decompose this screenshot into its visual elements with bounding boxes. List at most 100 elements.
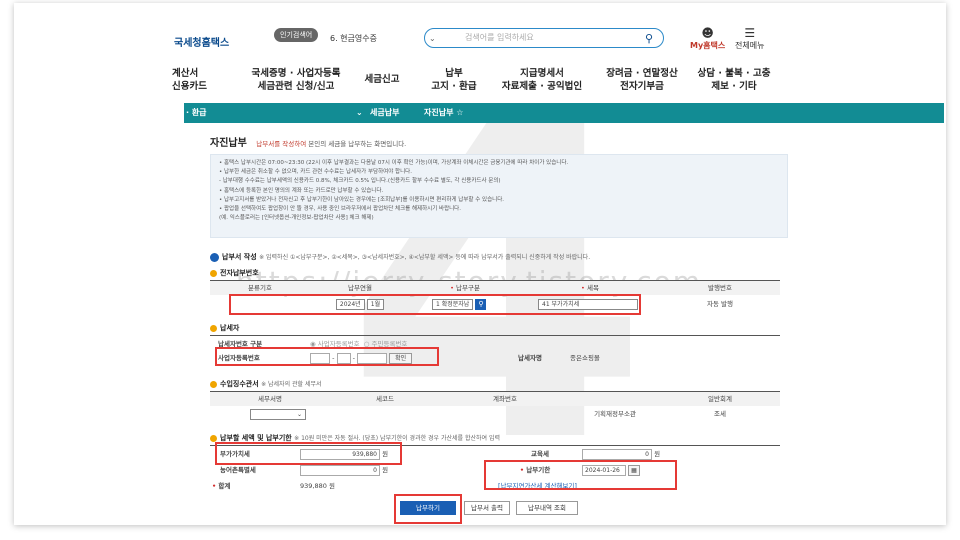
sub-nav-bar: · 환급 ⌄ 세금납부 자진납부 ☆ [184,103,944,123]
office-select[interactable]: ⌄ [250,408,306,420]
page-title-desc-rest: 본인의 세금을 납부하는 화면입니다. [308,140,407,148]
col-pay-type: • 납부구분 [450,284,480,292]
office-select-wrap: ⌄ [250,407,310,421]
account-value: 조세 [714,410,726,418]
col-tax-item-text: 세목 [586,284,599,292]
gnb-item-line2: 제보 · 기타 [711,81,757,92]
revenue-office-title: 수입징수관서 ※ 납세자의 관할 세무서 [210,379,322,389]
col-general-account: 일반회계 [708,395,732,403]
gnb-item-line1: 상담 · 불복 · 고충 [697,68,771,79]
divider [210,335,780,336]
section-dot-icon [210,324,217,332]
e-payment-title-text: 전자납부번호 [220,269,259,277]
page-card: 4 https://jerry-story.tistory.com 국세청홈택스… [14,3,946,525]
page-title-text: 자진납부 [210,138,247,149]
won-unit: 원 [654,450,661,458]
issue-no-value: 자동 발행 [707,300,733,308]
nav-self-payment[interactable]: 자진납부 ☆ [424,103,463,123]
gnb-item-line1: 계산서 [172,68,199,79]
taxpayer-title-text: 납세자 [220,324,240,332]
col-pay-month: 납부연월 [348,284,372,292]
gnb-item-certificate[interactable]: 국세증명 · 사업자등록 세금관련 신청/신고 [240,67,352,93]
account-label-value: 기획재정부소관 [594,410,636,418]
notice-line: (예. 익스플로러는 [인터넷옵션-개인정보-팝업차단 사용] 체크 해제) [219,215,374,222]
popular-search-select[interactable]: 6. 현금영수증 ⌄ [330,33,436,44]
gnb-item-submission[interactable]: 지급명세서자료제출 · 공익법인 [492,67,592,93]
notice-line: • 납부한 세금은 취소할 수 없으며, 카드 관련 수수료는 납세자가 부담하… [219,169,412,176]
pay-history-button[interactable]: 납부내역 조회 [516,501,578,515]
gnb-item-line1: 세금신고 [364,74,400,85]
gnb-item-line2: 전자기부금 [620,81,664,92]
section-dot-icon [210,380,217,388]
highlight-box-brn [215,347,439,366]
popular-search-pill[interactable]: 인기검색어 [274,28,319,42]
taxpayer-title: 납세자 [210,323,239,333]
section-bullet-icon [210,252,219,262]
notice-line: - 납부대행 수수료는 납부세액의 신용카드 0.8%, 체크카드 0.5% 입… [219,178,501,185]
won-unit: 원 [328,482,335,490]
gnb-item-line2: 세금관련 신청/신고 [257,81,335,92]
total-value: 939,880 [300,482,327,490]
mytax-button[interactable]: ☻ My홈택스 [690,26,725,51]
search-placeholder: 검색어를 입력하세요 [465,33,534,42]
gnb-item-line1: 납부 [445,68,463,79]
highlight-box-payment-type [229,294,641,315]
gnb-item-line2: 자료제출 · 공익법인 [501,81,583,92]
taxpayer-name-label: 납세자명 [518,354,542,362]
notice-line: • 홈택스에 등록한 본인 명의의 계좌 또는 카드로만 납부할 수 있습니다. [219,187,384,194]
col-pay-type-text: 납부구분 [456,284,480,292]
notice-box: • 홈택스 납부시간은 07:00~23:30 (22시 이후 납부결과는 다음… [210,154,788,238]
nav-refund[interactable]: · 환급 [186,103,207,123]
hamburger-icon: ☰ [744,26,756,40]
rural-tax-input[interactable]: 0 [300,464,380,476]
total-label-text: 합계 [218,482,231,490]
print-slip-button[interactable]: 납부서 출력 [464,501,510,515]
won-unit: 원 [382,466,389,474]
highlight-box-pay-button [394,494,462,524]
rural-tax-group: 0 원 [300,463,400,477]
form-section-title: 납부서 작성 ※ 입력하신 ①<납부구분>, ②<세목>, ③<납세자번호>, … [210,252,590,262]
gnb-item-consult[interactable]: 상담 · 불복 · 고충제보 · 기타 [684,67,784,93]
revenue-office-title-text: 수입징수관서 [220,380,259,388]
all-menu-button[interactable]: ☰ 전체메뉴 [735,26,764,51]
col-class-code: 분류기호 [248,284,272,292]
notice-line: • 홈택스 납부시간은 07:00~23:30 (22시 이후 납부결과는 다음… [219,160,569,166]
col-office-code: 세코드 [376,395,394,403]
form-section-title-text: 납부서 작성 [222,253,257,261]
revenue-value-row: ⌄ 기획재정부소관 조세 [210,407,780,421]
gnb-item-line2: 고지 · 환급 [431,81,477,92]
gnb-item-invoice[interactable]: 계산서 신용카드 [172,67,232,93]
section-dot-icon [210,269,217,277]
top-header: 국세청홈택스 인기검색어 6. 현금영수증 ⌄ 검색어를 입력하세요 ⚲ ☻ My… [14,3,946,63]
revenue-office-desc: ※ 납세자의 관할 세무서 [261,381,322,388]
e-payment-title: 전자납부번호 [210,268,259,278]
col-tax-item: • 세목 [581,284,599,292]
taxpayer-name-value: 종은쇼핑몰 [570,354,600,362]
notice-line: • 팝업을 선택하여도 팝업창이 안 뜰 경우, 사용 중인 브라우저에서 팝업… [219,206,461,213]
gnb-item-line1: 장려금 · 연말정산 [606,68,678,79]
highlight-box-vat [215,442,402,465]
edu-tax-input[interactable]: 0 [582,448,652,460]
gnb-item-tax-return[interactable]: 세금신고 [354,67,410,93]
col-account-no: 계좌번호 [493,395,517,403]
search-input[interactable]: 검색어를 입력하세요 ⚲ [424,28,664,48]
form-section-desc: ※ 입력하신 ①<납부구분>, ②<세목>, ③<납세자번호>, ④<납부할 세… [259,254,591,261]
gnb-item-incentive[interactable]: 장려금 · 연말정산전자기부금 [590,67,694,93]
edu-tax-label: 교육세 [531,450,549,458]
gnb-item-line1: 지급명세서 [520,68,564,79]
popular-search-item: 6. 현금영수증 [330,34,377,43]
all-menu-label: 전체메뉴 [735,41,765,50]
page-title-desc-red: 납부서를 작성하여 [256,140,307,148]
chevron-down-icon: ⌄ [356,108,363,117]
total-value-group: 939,880 원 [300,479,400,493]
search-icon[interactable]: ⚲ [645,30,653,47]
amount-title-text: 납부할 세액 및 납부기한 [220,434,292,442]
highlight-box-due-date [484,460,677,490]
nav-tax-payment[interactable]: 세금납부 [370,103,399,123]
gnb-item-payment[interactable]: 납부고지 · 환급 [418,67,490,93]
rural-tax-label: 농어촌특별세 [220,466,256,474]
page-title: 자진납부 납부서를 작성하여 본인의 세금을 납부하는 화면입니다. [210,134,406,149]
page-title-desc: 납부서를 작성하여 본인의 세금을 납부하는 화면입니다. [256,140,406,148]
hometax-logo[interactable]: 국세청홈택스 [174,34,229,49]
total-label: • 합계 [212,482,231,490]
